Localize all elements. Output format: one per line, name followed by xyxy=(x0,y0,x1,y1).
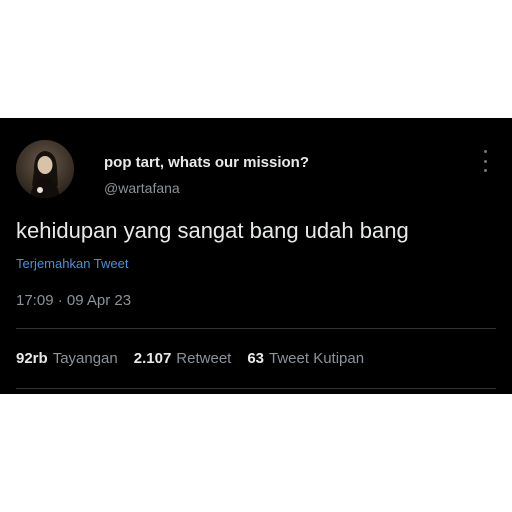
stat-retweets-label: Retweet xyxy=(176,350,232,367)
stat-retweets[interactable]: 2.107 Retweet xyxy=(134,350,232,367)
more-vertical-icon xyxy=(483,150,487,153)
stat-quote-tweets-value: 63 xyxy=(247,350,265,367)
user-handle[interactable]: @wartafana xyxy=(104,180,180,196)
display-name[interactable]: pop tart, whats our mission? xyxy=(104,154,309,171)
divider xyxy=(16,388,496,389)
stat-views-value: 92rb xyxy=(16,350,48,367)
avatar[interactable] xyxy=(16,140,74,198)
divider xyxy=(16,328,496,329)
stat-quote-tweets[interactable]: 63 Tweet Kutipan xyxy=(247,350,364,367)
stat-quote-tweets-label: Tweet Kutipan xyxy=(269,350,365,367)
translate-tweet-link[interactable]: Terjemahkan Tweet xyxy=(16,256,129,271)
tweet-timestamp[interactable]: 17:09 · 09 Apr 23 xyxy=(16,292,131,309)
tweet-stats: 92rb Tayangan 2.107 Retweet 63 Tweet Kut… xyxy=(16,350,380,367)
more-options-button[interactable] xyxy=(478,150,492,172)
avatar-image xyxy=(16,140,74,198)
tweet-card: pop tart, whats our mission? @wartafana … xyxy=(0,118,512,394)
stat-views-label: Tayangan xyxy=(52,350,118,367)
stat-views[interactable]: 92rb Tayangan xyxy=(16,350,118,367)
tweet-text: kehidupan yang sangat bang udah bang xyxy=(16,218,409,243)
stat-retweets-value: 2.107 xyxy=(133,350,172,367)
